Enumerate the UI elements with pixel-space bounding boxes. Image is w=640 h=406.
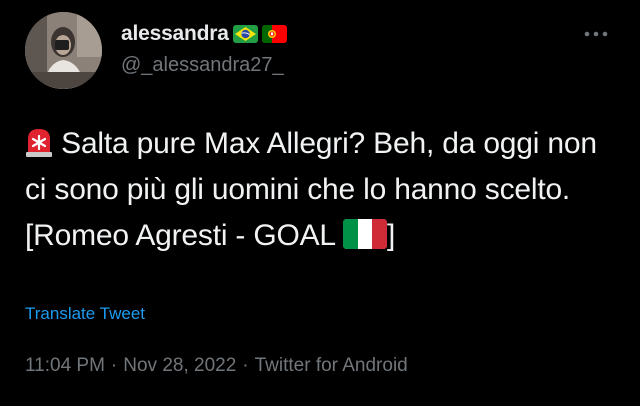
meta-separator: · [110,355,118,376]
user-handle[interactable]: @_alessandra27_ [121,54,284,77]
tweet-date[interactable]: Nov 28, 2022 [123,355,236,376]
more-horizontal-icon[interactable] [583,30,609,38]
display-name[interactable]: alessandra [121,22,229,46]
tweet-text: Salta pure Max Allegri? Beh, da oggi non… [25,121,620,259]
tweet: alessandra @_alessandra27_ Salta pure Ma… [0,0,640,406]
avatar[interactable] [25,12,102,89]
tweet-closing: ] [386,219,396,252]
brazil-flag-icon [232,25,258,43]
tweet-time[interactable]: 11:04 PM [25,355,105,376]
tweet-source: Twitter for Android [254,355,408,376]
italy-flag-icon [342,219,387,249]
portugal-flag-icon [261,25,287,43]
tweet-body: Salta pure Max Allegri? Beh, da oggi non… [25,127,597,252]
police-car-light-icon [25,127,53,157]
translate-tweet-link[interactable]: Translate Tweet [25,304,145,324]
user-name-row[interactable]: alessandra [121,20,287,48]
meta-separator: · [242,355,249,376]
tweet-meta: 11:04 PM · Nov 28, 2022 · Twitter for Androi… [25,355,408,377]
